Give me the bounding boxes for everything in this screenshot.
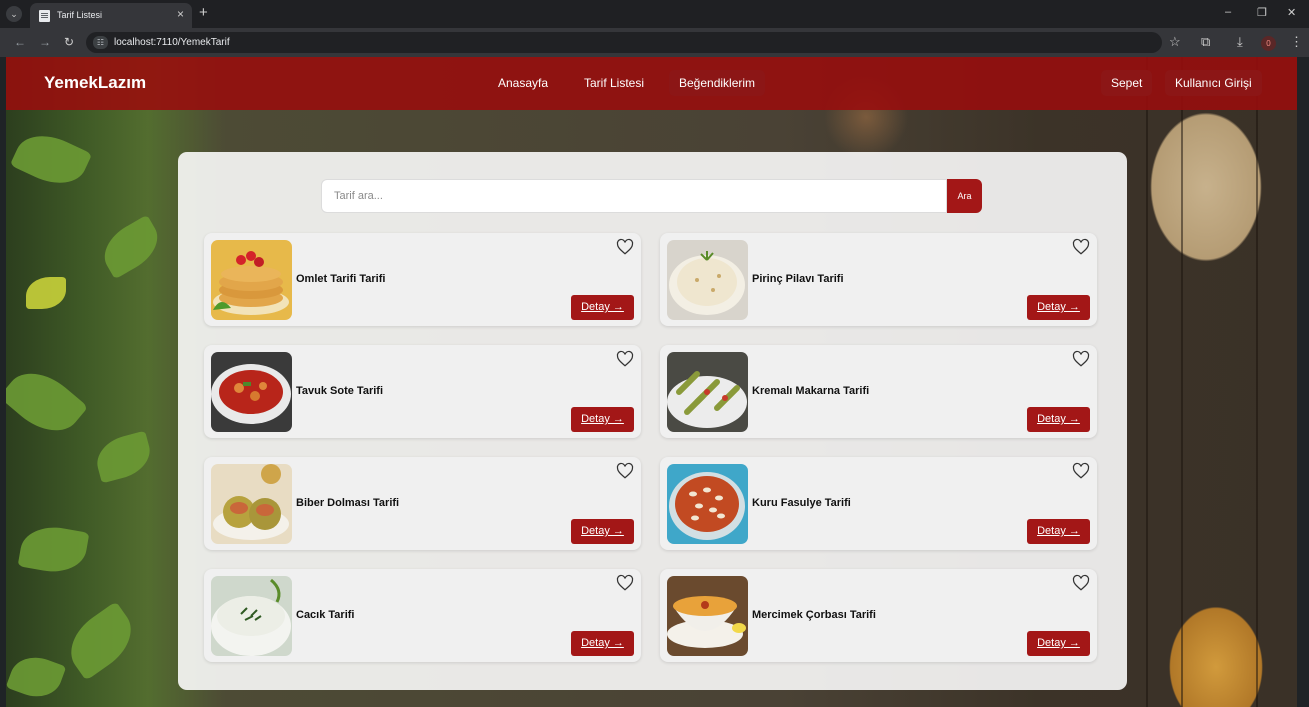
window-close-icon[interactable]: ✕ — [1287, 6, 1296, 19]
minimize-icon[interactable]: – — [1225, 6, 1231, 18]
recipe-title[interactable]: Mercimek Çorbası Tarifi — [752, 609, 876, 621]
extensions-icon[interactable]: ⧉ — [1201, 34, 1210, 50]
browser-tab[interactable]: Tarif Listesi × — [30, 3, 192, 28]
search-button[interactable]: Ara — [947, 179, 982, 213]
leaf-decoration — [6, 649, 67, 705]
recipe-card: Omlet Tarifi Tarifi Detay → — [204, 233, 641, 326]
recipe-search-input[interactable] — [321, 179, 947, 213]
detail-button[interactable]: Detay → — [571, 519, 634, 544]
brand-logo[interactable]: YemekLazım — [44, 73, 146, 93]
leaf-decoration — [91, 430, 156, 484]
new-tab-icon[interactable]: + — [199, 4, 208, 21]
detail-button[interactable]: Detay → — [1027, 519, 1090, 544]
forward-icon[interactable]: → — [39, 35, 51, 49]
nav-link-recipe-list[interactable]: Tarif Listesi — [574, 70, 654, 96]
detail-button[interactable]: Detay → — [1027, 295, 1090, 320]
notification-badge[interactable]: 0 — [1261, 36, 1276, 51]
wood-plank-line — [1256, 57, 1258, 707]
recipe-card: Cacık Tarifi Detay → — [204, 569, 641, 662]
login-button[interactable]: Kullanıcı Girişi — [1165, 70, 1262, 96]
browser-tab-bar: ⌄ Tarif Listesi × + – ❐ ✕ — [0, 0, 1309, 28]
heart-icon[interactable] — [616, 574, 634, 592]
recipe-image — [211, 240, 292, 320]
detail-button[interactable]: Detay → — [571, 631, 634, 656]
detail-button[interactable]: Detay → — [1027, 407, 1090, 432]
recipe-card: Kuru Fasulye Tarifi Detay → — [660, 457, 1097, 550]
recipe-card: Pirinç Pilavı Tarifi Detay → — [660, 233, 1097, 326]
recipe-title[interactable]: Pirinç Pilavı Tarifi — [752, 273, 844, 285]
restore-icon[interactable]: ❐ — [1257, 6, 1267, 19]
recipe-title[interactable]: Biber Dolması Tarifi — [296, 497, 399, 509]
recipe-image — [211, 464, 292, 544]
bookmark-star-icon[interactable]: ☆ — [1169, 34, 1181, 50]
heart-icon[interactable] — [1072, 238, 1090, 256]
recipe-title[interactable]: Tavuk Sote Tarifi — [296, 385, 383, 397]
heart-icon[interactable] — [1072, 462, 1090, 480]
tab-title: Tarif Listesi — [57, 10, 103, 20]
leaf-decoration — [6, 358, 89, 446]
recipe-card: Biber Dolması Tarifi Detay → — [204, 457, 641, 550]
leaf-decoration — [9, 124, 93, 195]
recipe-card: Mercimek Çorbası Tarifi Detay → — [660, 569, 1097, 662]
detail-button[interactable]: Detay → — [571, 407, 634, 432]
detail-button[interactable]: Detay → — [1027, 631, 1090, 656]
recipe-image — [667, 464, 748, 544]
page-viewport: YemekLazım Anasayfa Tarif Listesi Beğend… — [6, 57, 1297, 707]
cart-button[interactable]: Sepet — [1101, 70, 1153, 96]
site-navbar: YemekLazım Anasayfa Tarif Listesi Beğend… — [6, 57, 1297, 110]
wood-plank-line — [1181, 57, 1183, 707]
heart-icon[interactable] — [1072, 574, 1090, 592]
recipe-card: Tavuk Sote Tarifi Detay → — [204, 345, 641, 438]
leaf-decoration — [58, 601, 144, 681]
recipe-image — [667, 576, 748, 656]
recipe-title[interactable]: Kremalı Makarna Tarifi — [752, 385, 869, 397]
browser-menu-icon[interactable]: ⋮ — [1290, 34, 1303, 50]
heart-icon[interactable] — [616, 350, 634, 368]
heart-icon[interactable] — [616, 462, 634, 480]
url-field[interactable]: ☷ localhost:7110/YemekTarif — [86, 32, 1162, 53]
recipe-image — [667, 352, 748, 432]
leaf-decoration — [95, 214, 167, 280]
heart-icon[interactable] — [1072, 350, 1090, 368]
recipe-image — [211, 352, 292, 432]
wood-plank-line — [1146, 57, 1148, 707]
recipe-title[interactable]: Kuru Fasulye Tarifi — [752, 497, 851, 509]
site-info-icon[interactable]: ☷ — [93, 36, 108, 49]
recipe-image — [667, 240, 748, 320]
recipe-image — [211, 576, 292, 656]
recipe-title[interactable]: Cacık Tarifi — [296, 609, 355, 621]
recipe-card: Kremalı Makarna Tarifi Detay → — [660, 345, 1097, 438]
page-favicon-icon — [39, 10, 50, 22]
leaf-decoration — [26, 277, 66, 309]
download-icon[interactable]: ⤓ — [1237, 34, 1243, 50]
address-bar: ← → ↻ ☷ localhost:7110/YemekTarif ☆ ⧉ ⤓ … — [0, 28, 1309, 57]
heart-icon[interactable] — [616, 238, 634, 256]
recipe-list-panel: Ara Omlet Tarifi Tarifi Deta — [178, 152, 1127, 690]
leaf-decoration — [17, 521, 90, 578]
detail-button[interactable]: Detay → — [571, 295, 634, 320]
tab-search-icon[interactable]: ⌄ — [6, 6, 22, 22]
url-text: localhost:7110/YemekTarif — [114, 37, 230, 48]
nav-link-home[interactable]: Anasayfa — [488, 70, 558, 96]
tab-close-icon[interactable]: × — [177, 7, 184, 21]
reload-icon[interactable]: ↻ — [64, 35, 74, 49]
back-icon[interactable]: ← — [14, 35, 26, 49]
recipe-title[interactable]: Omlet Tarifi Tarifi — [296, 273, 385, 285]
nav-link-favorites[interactable]: Beğendiklerim — [669, 70, 766, 96]
